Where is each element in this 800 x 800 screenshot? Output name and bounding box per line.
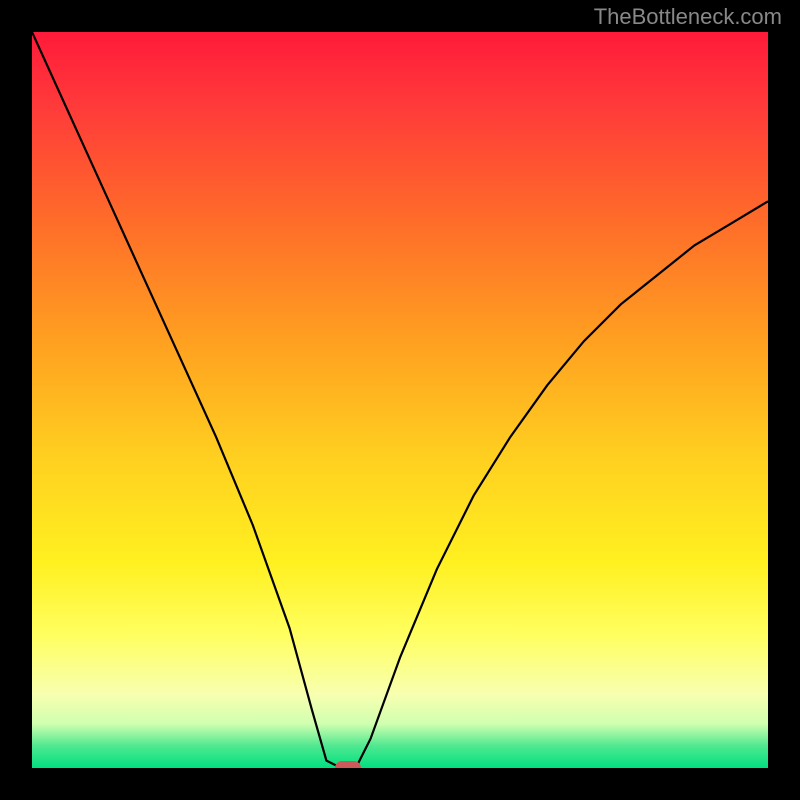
curve-svg <box>32 32 768 768</box>
optimum-marker <box>335 761 361 768</box>
bottleneck-curve <box>32 32 768 768</box>
plot-area <box>32 32 768 768</box>
watermark-text: TheBottleneck.com <box>594 4 782 30</box>
